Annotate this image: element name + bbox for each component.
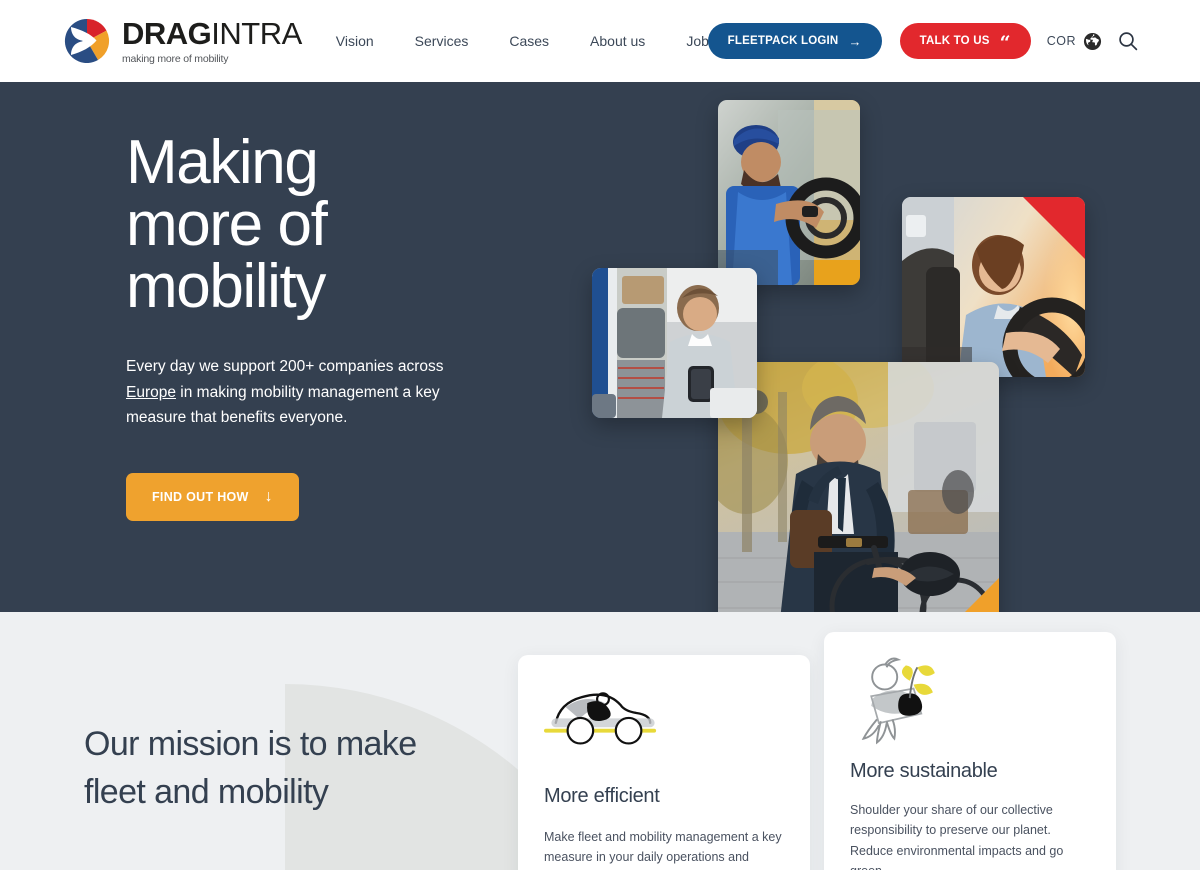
card-body-more-efficient: Make fleet and mobility management a key… <box>544 830 782 865</box>
globe-icon <box>1083 32 1102 51</box>
truck-driver-photo <box>718 100 860 285</box>
arrow-down-icon: ↓ <box>264 488 273 506</box>
find-out-how-label: FIND OUT HOW <box>152 490 249 505</box>
find-out-how-button[interactable]: FIND OUT HOW ↓ <box>126 473 299 522</box>
bicycle-commuter-photo <box>718 362 999 612</box>
site-header: DRAGINTRA making more of mobility Vision… <box>0 0 1200 82</box>
card-title-more-sustainable: More sustainable <box>850 760 998 782</box>
logo-bold-text: DRAG <box>122 15 212 51</box>
fleetpack-login-label: FLEETPACK LOGIN <box>727 35 839 47</box>
language-selector[interactable]: COR <box>1047 32 1102 51</box>
quote-icon: “ <box>999 32 1011 55</box>
orange-corner-accent <box>935 578 999 612</box>
site-logo[interactable]: DRAGINTRA making more of mobility <box>62 16 302 66</box>
hero-image-collage <box>580 82 1200 612</box>
hero-section: Making more of mobility Every day we sup… <box>0 82 1200 612</box>
hero-heading: Making more of mobility <box>126 132 546 318</box>
hero-copy: Making more of mobility Every day we sup… <box>126 132 546 522</box>
dragintra-circle-logo-icon <box>62 16 112 66</box>
nav-item-cases[interactable]: Cases <box>509 33 549 49</box>
hero-heading-line-2: more of <box>126 190 328 259</box>
card-title-more-efficient: More efficient <box>544 785 660 807</box>
card-more-efficient[interactable]: More efficient Make fleet and mobility m… <box>518 655 810 870</box>
logo-tagline: making more of mobility <box>122 52 229 65</box>
fleetpack-login-button[interactable]: FLEETPACK LOGIN → <box>707 23 882 59</box>
header-actions: FLEETPACK LOGIN → TALK TO US “ COR <box>707 23 1138 59</box>
mission-heading: Our mission is to make fleet and mobilit… <box>84 725 417 812</box>
mission-section: Our mission is to make fleet and mobilit… <box>0 612 1200 870</box>
language-label: COR <box>1046 34 1076 48</box>
nav-item-vision[interactable]: Vision <box>336 33 374 49</box>
card-more-sustainable[interactable]: More sustainable Shoulder your share of … <box>824 632 1116 870</box>
train-commuter-photo <box>592 268 757 418</box>
talk-to-us-label: TALK TO US <box>919 35 990 47</box>
red-corner-accent <box>1023 197 1085 259</box>
hero-paragraph-before: Every day we support 200+ companies acro… <box>126 358 444 375</box>
nav-item-about-us[interactable]: About us <box>590 33 645 49</box>
sprout-plant-line-drawing-icon <box>850 654 956 755</box>
arrow-right-icon: → <box>848 33 862 49</box>
logo-light-text: INTRA <box>211 15 302 51</box>
page-root: DRAGINTRA making more of mobility Vision… <box>0 0 1200 870</box>
nav-item-services[interactable]: Services <box>415 33 469 49</box>
logo-wordmark: DRAGINTRA <box>122 18 302 49</box>
car-driver-photo <box>902 197 1085 377</box>
car-line-drawing-icon <box>544 677 662 752</box>
talk-to-us-button[interactable]: TALK TO US “ <box>899 23 1031 59</box>
search-icon[interactable] <box>1118 31 1138 51</box>
hero-paragraph: Every day we support 200+ companies acro… <box>126 354 461 431</box>
hero-heading-line-3: mobility <box>126 252 326 321</box>
hero-europe-link[interactable]: Europe <box>126 384 176 401</box>
card-body-more-sustainable: Shoulder your share of our collective re… <box>850 803 1064 870</box>
hero-heading-line-1: Making <box>126 128 319 197</box>
